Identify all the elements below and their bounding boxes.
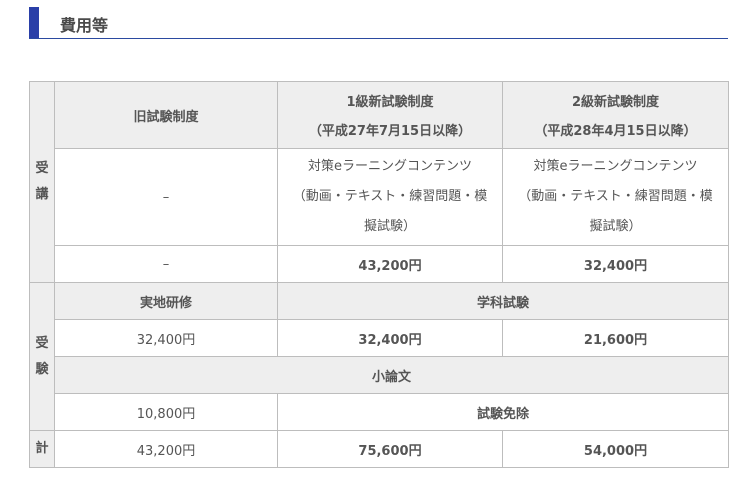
header-essay: 小論文 [54, 356, 729, 394]
heading-accent-bar [29, 7, 39, 38]
essay-exempt: 試験免除 [277, 393, 729, 431]
section-heading: 費用等 [29, 6, 728, 39]
header-old-system: 旧試験制度 [54, 81, 278, 149]
course-grade1: 対策eラーニングコンテンツ （動画・テキスト・練習問題・模 擬試験） [277, 148, 503, 246]
fee-table: 受 講 旧試験制度 1級新試験制度 （平成27年7月15日以降） 2級新試験制度… [29, 81, 729, 468]
course-old: – [54, 148, 278, 246]
course-grade2: 対策eラーニングコンテンツ （動画・テキスト・練習問題・模 擬試験） [502, 148, 729, 246]
header-grade2-system: 2級新試験制度 （平成28年4月15日以降） [502, 81, 729, 149]
header-grade1-system: 1級新試験制度 （平成27年7月15日以降） [277, 81, 503, 149]
exam-fee-grade2: 21,600円 [502, 319, 729, 357]
total-grade1: 75,600円 [277, 430, 503, 468]
exam-fee-old: 32,400円 [54, 319, 278, 357]
header-written-exam: 学科試験 [277, 282, 729, 320]
side-label-jukou: 受 講 [29, 81, 55, 283]
course-fee-grade1: 43,200円 [277, 245, 503, 283]
course-fee-grade2: 32,400円 [502, 245, 729, 283]
section-title: 費用等 [60, 16, 109, 35]
total-grade2: 54,000円 [502, 430, 729, 468]
total-old: 43,200円 [54, 430, 278, 468]
essay-fee-old: 10,800円 [54, 393, 278, 431]
side-label-total: 計 [29, 430, 55, 468]
header-practical-training: 実地研修 [54, 282, 278, 320]
course-fee-old: – [54, 245, 278, 283]
side-label-juken: 受 験 [29, 282, 55, 431]
exam-fee-grade1: 32,400円 [277, 319, 503, 357]
